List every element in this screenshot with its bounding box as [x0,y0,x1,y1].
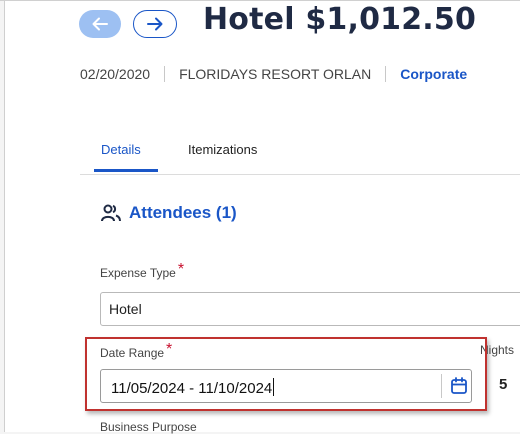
top-divider [0,0,520,1]
people-icon [101,204,121,222]
nights-value: 5 [499,376,508,393]
transaction-date: 02/20/2020 [80,66,151,82]
previous-expense-button[interactable] [79,10,121,38]
page-title: Hotel $1,012.50 [203,2,477,37]
required-marker: * [177,261,185,278]
detail-tabs: Details Itemizations [80,140,520,175]
attendees-link[interactable]: Attendees (1) [101,203,237,223]
attendees-label: Attendees (1) [129,203,237,222]
next-expense-button[interactable] [133,10,177,38]
tab-itemizations[interactable]: Itemizations [188,142,257,157]
active-tab-indicator [94,169,158,172]
expense-meta: 02/20/2020 FLORIDAYS RESORT ORLAN Corpor… [80,66,467,82]
expense-type-value: Hotel [109,301,142,317]
tab-details[interactable]: Details [101,142,141,157]
vendor-name: FLORIDAYS RESORT ORLAN [179,66,372,82]
meta-divider [385,66,387,82]
arrow-left-icon [92,17,108,31]
meta-divider [164,66,166,82]
expense-type-label-text: Expense Type [100,266,176,280]
payment-type-link[interactable]: Corporate [400,66,467,82]
annotation-highlight [85,337,487,411]
expense-type-label: Expense Type * [100,261,185,282]
arrow-right-icon [147,17,163,31]
expense-type-select[interactable]: Hotel [100,292,520,326]
